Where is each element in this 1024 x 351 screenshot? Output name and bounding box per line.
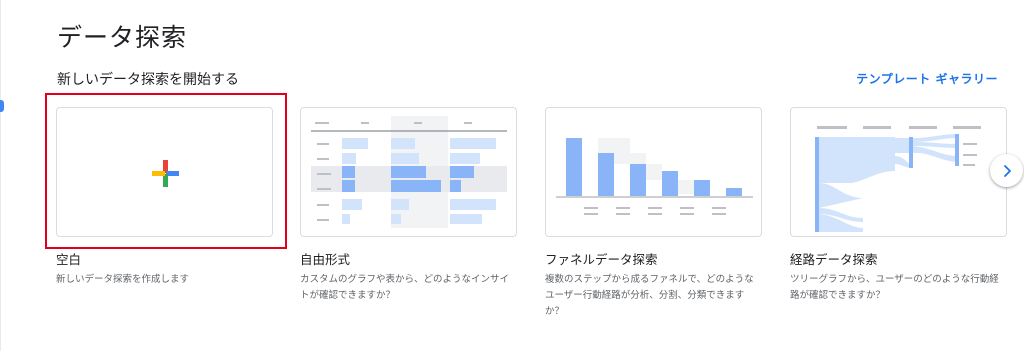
nav-indicator (0, 100, 4, 112)
carousel-next-button[interactable] (990, 154, 1023, 187)
card-path[interactable]: 経路データ探索 ツリーグラフから、ユーザーのどのような行動経路が確認できますか？ (790, 107, 1007, 304)
card-blank-title: 空白 (56, 252, 82, 267)
card-path-description: ツリーグラフから、ユーザーのどのような行動経路が確認できますか？ (790, 274, 999, 301)
card-funnel-title: ファネルデータ探索 (545, 252, 658, 267)
page-title: データ探索 (57, 23, 188, 52)
card-free-form-thumbnail[interactable] (300, 107, 517, 237)
card-funnel[interactable]: ファネルデータ探索 複数のステップから成るファネルで、どのようなユーザー行動経路… (545, 107, 762, 320)
card-path-thumbnail[interactable] (790, 107, 1007, 237)
section-title: 新しいデータ探索を開始する (57, 72, 239, 88)
chevron-right-icon (1003, 164, 1011, 177)
card-funnel-thumbnail[interactable] (545, 107, 762, 237)
card-free-form[interactable]: 自由形式 カスタムのグラフや表から、どのようなインサイトが確認できますか？ (300, 107, 517, 304)
card-blank[interactable]: 空白 新しいデータ探索を作成します (56, 107, 273, 288)
funnel-chart-illustration (556, 138, 753, 215)
plus-icon (152, 160, 179, 187)
card-free-form-title: 自由形式 (300, 252, 351, 267)
path-tree-illustration (815, 126, 981, 232)
card-funnel-description: 複数のステップから成るファネルで、どのようなユーザー行動経路が分析、分割、分類で… (545, 274, 754, 317)
card-free-form-description: カスタムのグラフや表から、どのようなインサイトが確認できますか？ (300, 274, 510, 301)
free-form-table-illustration (311, 116, 507, 228)
card-path-title: 経路データ探索 (790, 252, 878, 267)
card-blank-thumbnail[interactable] (56, 107, 273, 237)
card-blank-description: 新しいデータ探索を作成します (56, 274, 190, 285)
template-gallery-link[interactable]: テンプレート ギャラリー (856, 70, 998, 87)
explorations-page: データ探索 新しいデータ探索を開始する テンプレート ギャラリー 空白 新しいデ… (0, 0, 1024, 351)
